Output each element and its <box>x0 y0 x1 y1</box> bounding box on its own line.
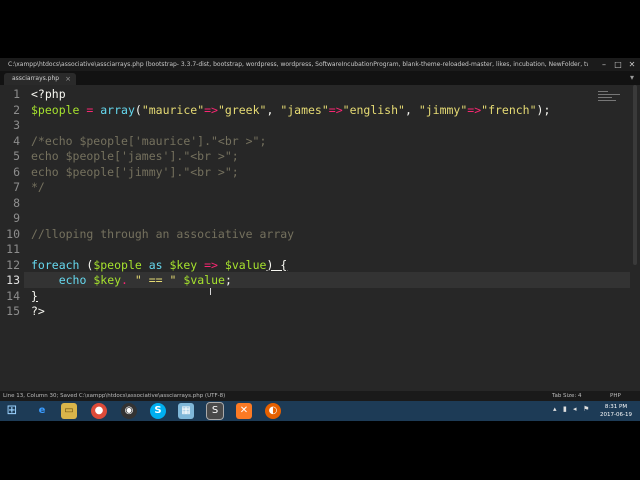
minimap[interactable] <box>598 89 622 107</box>
app-window-icon[interactable]: ▦ <box>178 403 194 419</box>
maximize-icon[interactable]: □ <box>612 58 624 71</box>
chrome-icon[interactable]: ● <box>91 403 107 419</box>
token: ( <box>79 257 94 272</box>
status-bar: Line 13, Column 30; Saved C:\xampp\htdoc… <box>0 391 640 401</box>
xampp-icon[interactable]: ✕ <box>236 403 252 419</box>
obs-icon[interactable]: ◉ <box>121 403 137 419</box>
tab-size-indicator[interactable]: Tab Size: 4 <box>552 391 581 401</box>
token: foreach <box>31 257 80 272</box>
code-line-1: <?php <box>31 87 66 103</box>
window-title: C:\xampp\htdocs\associative\assciarrays.… <box>8 61 588 68</box>
token: => <box>204 102 218 117</box>
code-line-7: */ <box>31 180 45 194</box>
firefox-icon[interactable]: ◐ <box>265 403 281 419</box>
token: array <box>100 102 135 117</box>
network-icon[interactable]: ▮ <box>563 405 567 413</box>
line-number-gutter: 1 2 3 4 5 6 7 8 9 10 11 12 13 14 15 <box>0 85 24 391</box>
tab-close-icon[interactable]: × <box>65 73 71 85</box>
token: $value <box>224 257 267 272</box>
close-icon[interactable]: ✕ <box>626 58 638 71</box>
clock-time: 8:31 PM <box>604 404 628 410</box>
line-number: 1 <box>13 87 20 101</box>
status-text: Line 13, Column 30; Saved C:\xampp\htdoc… <box>3 393 226 399</box>
line-number: 3 <box>13 118 20 132</box>
token: " == " <box>134 273 177 287</box>
token: . <box>121 273 135 287</box>
line-number: 7 <box>13 180 20 194</box>
flag-icon[interactable]: ⚑ <box>583 405 589 413</box>
token: "maurice" <box>141 102 205 117</box>
syntax-indicator[interactable]: PHP <box>610 391 621 401</box>
code-line-10: //lloping through an associative array <box>31 226 295 241</box>
minimap-line <box>598 100 616 101</box>
minimap-line <box>598 91 608 92</box>
token: $value <box>183 273 225 287</box>
token: ; <box>224 273 232 287</box>
start-button-icon[interactable]: ⊞ <box>4 403 20 419</box>
token: "jimmy" <box>418 102 468 117</box>
token: , <box>266 102 281 117</box>
code-line-12: foreach ($people as $key => $value) { <box>31 258 287 274</box>
line-number: 15 <box>6 304 20 318</box>
token: "james" <box>280 102 329 117</box>
code-line-6: echo $people['jimmy']."<br >"; <box>31 164 239 179</box>
windows-taskbar: ⊞ e ▭ ● ◉ S ▦ S ✕ ◐ ▴ ▮ ◂ ⚑ 8:31 PM 2017… <box>0 401 640 421</box>
token: "greek" <box>217 102 267 117</box>
code-line-4: /*echo $people['maurice']."<br >"; <box>31 133 267 148</box>
minimap-line <box>598 97 612 98</box>
line-number: 10 <box>6 226 20 241</box>
token: "english" <box>342 102 405 117</box>
code-editor[interactable]: 1 2 3 4 5 6 7 8 9 10 11 12 13 14 15 <?ph… <box>0 85 640 391</box>
line-number: 8 <box>13 195 20 210</box>
line-number: 11 <box>6 242 20 256</box>
token: $key <box>93 273 122 287</box>
line-number: 14 <box>6 288 20 303</box>
php-open-tag: <?php <box>31 87 66 101</box>
line-number: 5 <box>13 149 20 163</box>
tray-arrow-icon[interactable]: ▴ <box>553 405 557 413</box>
token: => <box>467 102 482 117</box>
volume-icon[interactable]: ◂ <box>573 405 577 413</box>
tab-bar: assciarrays.php × ▾ <box>0 71 640 85</box>
token: , <box>404 102 419 117</box>
token: ( <box>134 102 142 117</box>
line-number: 9 <box>13 211 20 225</box>
tab-dropdown-icon[interactable]: ▾ <box>630 73 634 82</box>
token: as <box>141 257 170 272</box>
minimize-icon[interactable]: – <box>598 58 610 71</box>
clock-date: 2017-06-19 <box>600 412 632 418</box>
window-titlebar: C:\xampp\htdocs\associative\assciarrays.… <box>0 58 640 71</box>
text-cursor-icon: I <box>209 287 212 298</box>
code-line-2: $people = array("maurice"=>"greek", "jam… <box>31 103 550 119</box>
token: ) { <box>266 257 288 272</box>
code-line-5: echo $people['james']."<br >"; <box>31 149 239 163</box>
line-number: 4 <box>13 133 20 148</box>
token: => <box>328 102 343 117</box>
code-line-14: } <box>31 288 38 303</box>
token: => <box>197 257 225 272</box>
token: $people <box>31 102 80 117</box>
token: $people <box>93 257 142 272</box>
sublime-text-icon[interactable]: S <box>206 402 224 420</box>
token: "french" <box>481 102 537 117</box>
token: ); <box>536 102 551 117</box>
line-number: 13 <box>6 273 20 287</box>
line-number: 12 <box>6 257 20 272</box>
skype-icon[interactable]: S <box>150 403 166 419</box>
tab-label: assciarrays.php <box>12 75 60 82</box>
file-explorer-icon[interactable]: ▭ <box>61 403 77 419</box>
token: = <box>79 102 101 117</box>
code-line-15: ?> <box>31 304 45 318</box>
internet-explorer-icon[interactable]: e <box>34 403 50 419</box>
line-number: 6 <box>13 164 20 179</box>
system-clock[interactable]: 8:31 PM 2017-06-19 <box>596 403 636 419</box>
vertical-scrollbar[interactable] <box>633 85 637 265</box>
tab-assciarrays[interactable]: assciarrays.php × <box>4 73 76 85</box>
code-line-13: echo $key. " == " $value; <box>31 273 232 289</box>
token: $key <box>169 257 198 272</box>
minimap-line <box>598 94 620 95</box>
token: echo <box>58 273 87 287</box>
line-number: 2 <box>13 102 20 117</box>
